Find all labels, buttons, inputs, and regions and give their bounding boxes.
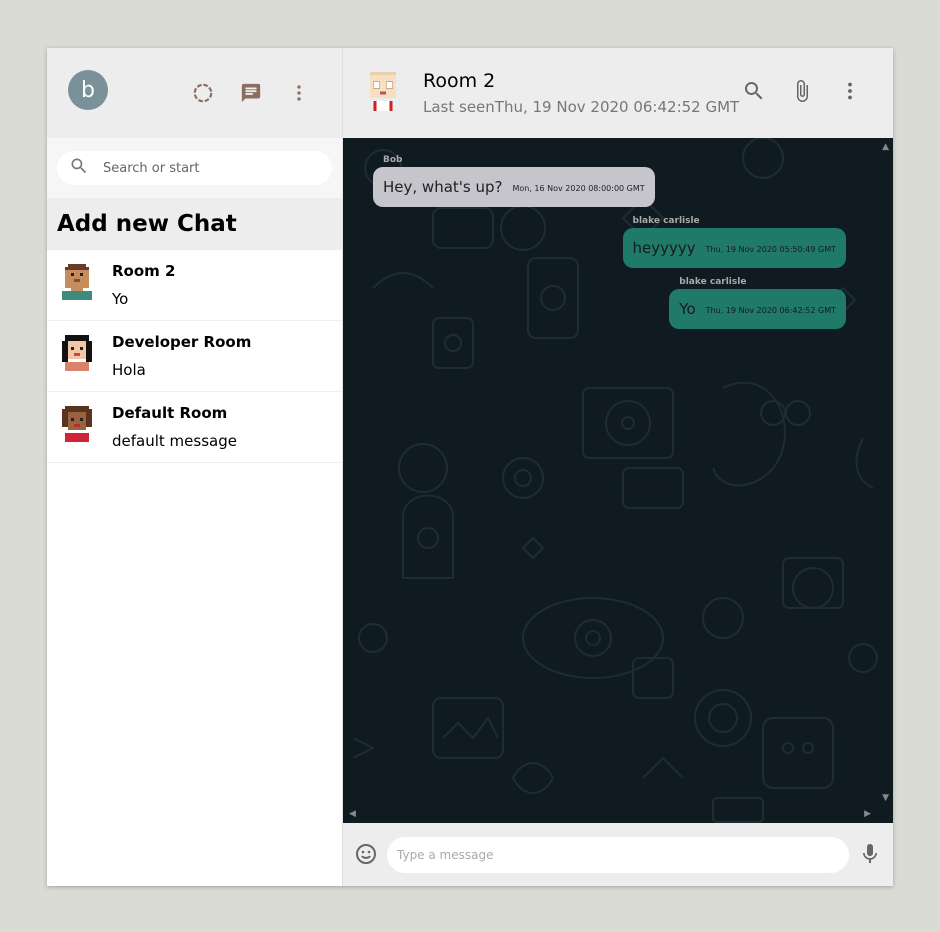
user-avatar[interactable]: b <box>68 70 108 110</box>
message-sent: blake carlisle Yo Thu, 19 Nov 2020 06:42… <box>669 277 846 329</box>
status-icon[interactable] <box>190 80 216 106</box>
message-timestamp: Mon, 16 Nov 2020 08:00:00 GMT <box>512 184 645 193</box>
message-text: Hey, what's up? <box>383 178 503 196</box>
sidebar-header-icons <box>190 80 312 106</box>
message-input[interactable] <box>387 837 849 873</box>
chat-body: Bob Hey, what's up? Mon, 16 Nov 2020 08:… <box>343 138 893 823</box>
scroll-down-arrow[interactable]: ▼ <box>882 793 889 803</box>
scroll-left-arrow[interactable]: ◀ <box>349 809 356 819</box>
chat-info: Room 2 Yo <box>112 262 175 308</box>
more-vert-icon[interactable] <box>286 80 312 106</box>
chat-list-item[interactable]: Developer Room Hola <box>47 321 342 392</box>
chat-header-avatar[interactable] <box>363 72 403 114</box>
search-icon <box>69 156 89 180</box>
chat-name: Default Room <box>112 404 228 422</box>
chat-header-info: Room 2 Last seenThu, 19 Nov 2020 06:42:5… <box>423 70 739 116</box>
room-avatar <box>59 406 95 442</box>
add-new-chat-button[interactable]: Add new Chat <box>47 198 342 250</box>
chat-list-item[interactable]: Room 2 Yo <box>47 250 342 321</box>
message-timestamp: Thu, 19 Nov 2020 06:42:52 GMT <box>705 306 836 315</box>
chat-info: Developer Room Hola <box>112 333 251 379</box>
message-bubble[interactable]: heyyyyy Thu, 19 Nov 2020 05:50:49 GMT <box>622 228 846 268</box>
sidebar-header: b <box>47 48 342 138</box>
chat-header-icons <box>741 78 863 104</box>
message-timestamp: Thu, 19 Nov 2020 05:50:49 GMT <box>705 245 836 254</box>
message-bubble[interactable]: Hey, what's up? Mon, 16 Nov 2020 08:00:0… <box>373 167 655 207</box>
chat-header: Room 2 Last seenThu, 19 Nov 2020 06:42:5… <box>343 48 893 138</box>
chat-info: Default Room default message <box>112 404 237 450</box>
mic-icon[interactable] <box>857 841 883 867</box>
message-sender: Bob <box>383 155 403 165</box>
room-avatar <box>59 335 95 371</box>
message-text: heyyyyy <box>632 239 696 257</box>
more-vert-icon[interactable] <box>837 78 863 104</box>
search-bar <box>47 138 342 198</box>
attach-icon[interactable] <box>789 78 815 104</box>
search-box <box>57 151 332 185</box>
message-sender: blake carlisle <box>632 216 700 226</box>
app-window: b Search or start Add new Chat Room 2 Yo… <box>47 48 893 886</box>
room-avatar <box>59 264 95 300</box>
search-input[interactable] <box>103 160 303 176</box>
message-bubble[interactable]: Yo Thu, 19 Nov 2020 06:42:52 GMT <box>669 289 846 329</box>
sidebar: b Search or start Add new Chat Room 2 Yo… <box>47 48 343 886</box>
message-text: Yo <box>679 300 696 318</box>
scroll-right-arrow[interactable]: ▶ <box>864 809 871 819</box>
chat-list-item[interactable]: Default Room default message <box>47 392 342 463</box>
last-seen-text: Last seenThu, 19 Nov 2020 06:42:52 GMT <box>423 98 740 116</box>
chat-name: Room 2 <box>112 262 176 280</box>
chat-last-message: default message <box>112 432 237 450</box>
chat-footer <box>343 823 893 886</box>
chat-panel: Room 2 Last seenThu, 19 Nov 2020 06:42:5… <box>343 48 893 886</box>
emoji-icon[interactable] <box>353 841 379 867</box>
chat-title: Room 2 <box>423 70 496 92</box>
add-new-chat-label: Add new Chat <box>57 211 237 237</box>
chat-name: Developer Room <box>112 333 252 351</box>
message-sender: blake carlisle <box>679 277 747 287</box>
chat-icon[interactable] <box>238 80 264 106</box>
scroll-up-arrow[interactable]: ▲ <box>882 142 889 152</box>
search-icon[interactable] <box>741 78 767 104</box>
message-received: Bob Hey, what's up? Mon, 16 Nov 2020 08:… <box>373 155 655 207</box>
message-sent: blake carlisle heyyyyy Thu, 19 Nov 2020 … <box>622 216 846 268</box>
chat-last-message: Yo <box>112 290 129 308</box>
chat-last-message: Hola <box>112 361 146 379</box>
